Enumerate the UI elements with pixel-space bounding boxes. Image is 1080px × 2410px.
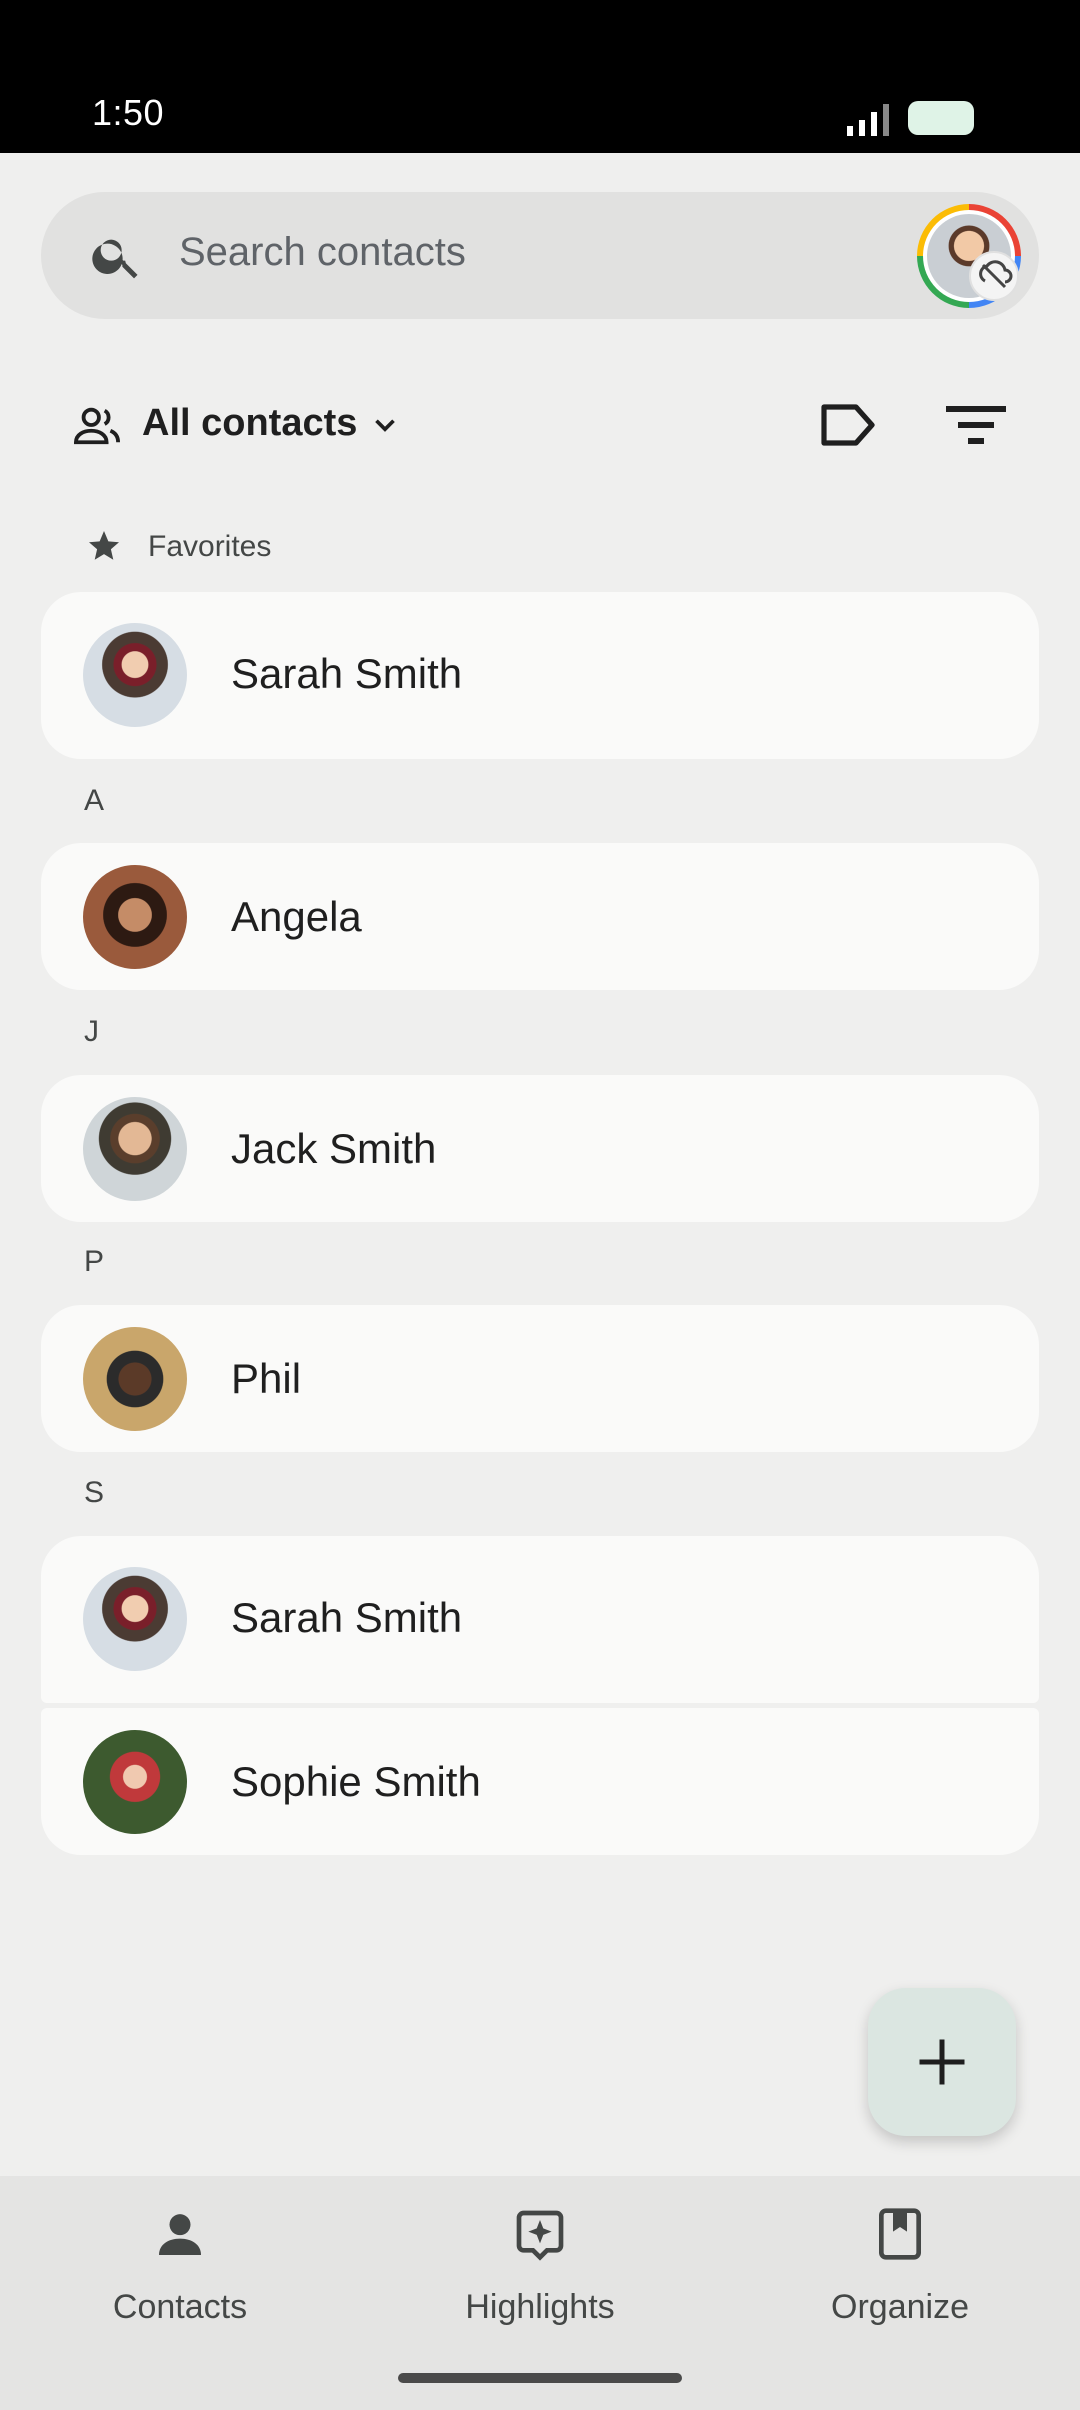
contact-name: Sarah Smith: [231, 650, 463, 697]
people-icon: [74, 407, 120, 445]
contact-row[interactable]: Phil: [41, 1305, 1039, 1452]
nav-label: Highlights: [465, 2288, 615, 2326]
contact-row[interactable]: Sarah Smith: [41, 592, 1039, 759]
nav-highlights[interactable]: Highlights: [390, 2206, 690, 2356]
contact-name: Sarah Smith: [231, 1594, 463, 1641]
contact-row[interactable]: Jack Smith: [41, 1075, 1039, 1222]
avatar: [83, 1097, 187, 1201]
favorites-label: Favorites: [148, 530, 272, 563]
nav-organize[interactable]: Organize: [750, 2206, 1050, 2356]
battery-icon: [908, 101, 974, 135]
contact-row[interactable]: Sophie Smith: [41, 1708, 1039, 1855]
nav-label: Contacts: [112, 2288, 248, 2326]
filter-row: All contacts: [0, 380, 1080, 470]
avatar: [83, 1567, 187, 1671]
nav-label: Organize: [831, 2288, 969, 2326]
star-icon: [89, 531, 119, 560]
person-icon: [159, 2214, 201, 2255]
signal-icon: [847, 104, 889, 136]
contact-row[interactable]: Sarah Smith: [41, 1536, 1039, 1703]
section-letter: J: [84, 1015, 99, 1048]
status-bar: 1:50: [0, 0, 1080, 153]
contact-row[interactable]: Angela: [41, 843, 1039, 990]
avatar: [83, 1327, 187, 1431]
avatar: [83, 1730, 187, 1834]
sync-off-icon: [969, 251, 1019, 301]
chevron-down-icon[interactable]: [368, 408, 402, 442]
section-letter: S: [84, 1476, 105, 1509]
status-time: 1:50: [92, 92, 165, 133]
add-contact-button[interactable]: [868, 1988, 1016, 2136]
favorites-header: Favorites: [86, 528, 386, 568]
all-contacts-dropdown[interactable]: All contacts: [142, 402, 357, 445]
section-letter: A: [84, 784, 105, 817]
avatar: [83, 623, 187, 727]
search-input[interactable]: Search contacts: [179, 230, 466, 275]
label-icon[interactable]: [820, 403, 876, 447]
search-icon: [92, 239, 138, 279]
nav-contacts[interactable]: Contacts: [30, 2206, 330, 2356]
avatar: [83, 865, 187, 969]
plus-icon: [919, 2039, 965, 2085]
home-indicator[interactable]: [398, 2373, 682, 2383]
bookmark-icon: [879, 2208, 921, 2260]
search-bar[interactable]: Search contacts: [41, 192, 1039, 319]
contact-name: Phil: [231, 1355, 302, 1402]
contact-name: Jack Smith: [231, 1125, 437, 1172]
sparkle-icon: [516, 2210, 564, 2261]
contact-name: Sophie Smith: [231, 1758, 481, 1805]
filter-icon[interactable]: [946, 404, 1006, 446]
section-letter: P: [84, 1245, 105, 1278]
contact-name: Angela: [231, 893, 362, 940]
